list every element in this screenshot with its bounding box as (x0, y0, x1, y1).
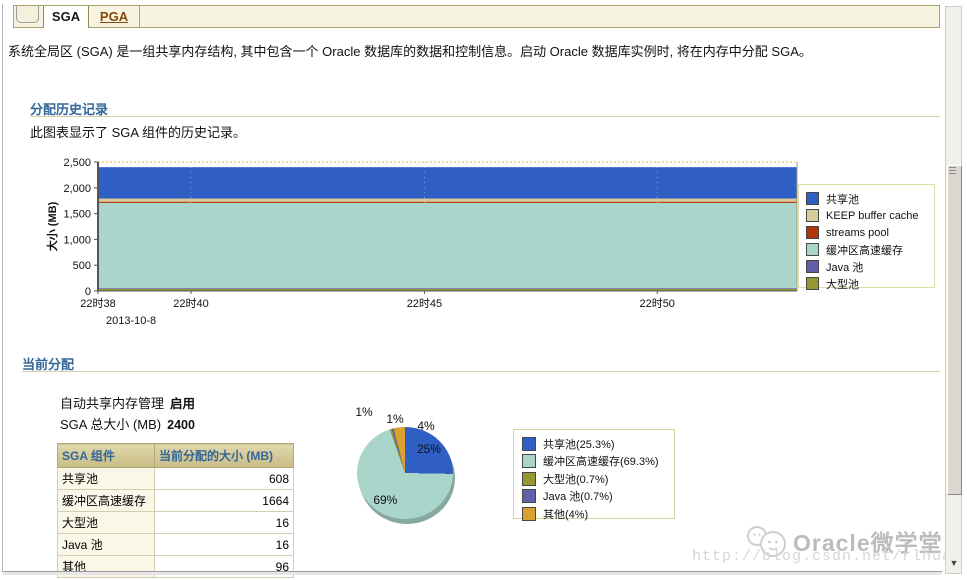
asm-value: 启用 (170, 397, 196, 411)
sga-total-label: SGA 总大小 (MB) (60, 417, 162, 432)
legend-swatch-icon (806, 277, 819, 290)
asm-setting: 自动共享内存管理 启用 (60, 393, 195, 412)
pie-disc (357, 427, 453, 519)
legend-label: 共享池 (826, 193, 859, 206)
legend-item: 大型池 (806, 275, 934, 292)
table-header-cell: SGA 组件 (57, 443, 155, 468)
sga-total-size: SGA 总大小 (MB) 2400 (60, 414, 195, 433)
legend-label: Java 池(0.7%) (543, 491, 613, 504)
legend-label: 共享池(25.3%) (543, 438, 615, 451)
scrollbar-thumb-grip (949, 167, 956, 176)
area-band (98, 288, 797, 289)
svg-text:1,000: 1,000 (63, 234, 91, 246)
section-divider (22, 371, 940, 372)
svg-text:22时50: 22时50 (639, 297, 674, 310)
tab-strip (13, 5, 940, 28)
legend-item: Java 池(0.7%) (522, 488, 674, 506)
sga-description-text: 系统全局区 (SGA) 是一组共享内存结构, 其中包含一个 Oracle 数据库… (8, 44, 812, 59)
pie-label: 1% (355, 405, 373, 419)
legend-swatch-icon (522, 436, 536, 451)
svg-text:2,000: 2,000 (63, 183, 91, 195)
legend-item: 共享池(25.3%) (522, 435, 674, 453)
legend-label: KEEP buffer cache (826, 209, 919, 222)
svg-text:大小 (MB): 大小 (MB) (45, 201, 59, 251)
area-band (98, 202, 797, 289)
legend-swatch-icon (806, 209, 819, 222)
pie-label: 69% (373, 493, 398, 508)
legend-label: 缓冲区高速缓存 (826, 244, 903, 257)
area-band (98, 198, 797, 202)
tab-strip-end-cap (16, 6, 39, 23)
legend-swatch-icon (806, 260, 819, 273)
section-divider (30, 116, 940, 117)
current-allocation-pie-chart: 25% 69% 1% 1% 4% (330, 398, 510, 553)
legend-swatch-icon (522, 506, 536, 521)
table-row: 大型池 16 (57, 511, 294, 534)
table-row: 缓冲区高速缓存 1664 (57, 489, 294, 512)
svg-text:1,500: 1,500 (63, 209, 91, 221)
legend-label: 大型池 (826, 278, 859, 291)
legend-item: 大型池(0.7%) (522, 470, 674, 488)
legend-swatch-icon (806, 243, 819, 256)
svg-text:2013-10-8: 2013-10-8 (106, 315, 156, 327)
sga-components-table: SGA 组件 当前分配的大小 (MB) 共享池 608 缓冲区高速缓存 1664 大型池 1… (57, 443, 294, 578)
pie-label: 4% (417, 419, 435, 433)
tab-pga-link[interactable]: PGA (100, 9, 128, 24)
component-name-cell: 大型池 (57, 511, 155, 534)
legend-label: 其他(4%) (543, 508, 589, 521)
legend-swatch-icon (522, 471, 536, 486)
component-name-cell: Java 池 (57, 533, 155, 556)
legend-swatch-icon (522, 454, 536, 469)
svg-text:22时45: 22时45 (407, 297, 442, 310)
tab-pga[interactable]: PGA (89, 6, 140, 27)
legend-swatch-icon (522, 489, 536, 504)
sga-history-stacked-area-chart: 0 500 1,000 1,500 2,000 2,500 22时38 22时40 22时45 2… (45, 157, 798, 327)
component-size-cell: 1664 (154, 489, 294, 512)
legend-item: streams pool (806, 224, 934, 241)
legend-item: 缓冲区高速缓存(69.3%) (522, 453, 674, 471)
svg-text:0: 0 (85, 286, 91, 298)
component-size-cell: 16 (154, 533, 294, 556)
history-section-subtitle: 此图表显示了 SGA 组件的历史记录。 (30, 125, 246, 140)
legend-swatch-icon (806, 226, 819, 239)
legend-item: 缓冲区高速缓存 (806, 241, 934, 258)
legend-swatch-icon (806, 192, 819, 205)
page-left-border (2, 4, 3, 572)
pie-label: 1% (386, 412, 404, 426)
table-header-row: SGA 组件 当前分配的大小 (MB) (57, 443, 294, 468)
table-header-cell: 当前分配的大小 (MB) (154, 443, 294, 468)
history-chart-legend: 共享池 KEEP buffer cache streams pool 缓冲区高速缓存 J… (798, 184, 935, 291)
table-row: 共享池 608 (57, 467, 294, 490)
pie-label: 25% (416, 442, 441, 457)
component-name-cell: 缓冲区高速缓存 (57, 489, 155, 512)
pie-chart-legend: 共享池(25.3%) 缓冲区高速缓存(69.3%) 大型池(0.7%) Java 池(… (513, 429, 675, 521)
svg-text:22时40: 22时40 (173, 297, 208, 310)
legend-label: 缓冲区高速缓存(69.3%) (543, 456, 659, 469)
scrollbar-thumb[interactable] (947, 165, 962, 495)
legend-label: streams pool (826, 226, 889, 239)
component-size-cell: 608 (154, 467, 294, 490)
legend-item: 共享池 (806, 190, 934, 207)
svg-text:500: 500 (73, 260, 91, 272)
watermark-url: http://blog.csdn.net/rlhua (692, 548, 953, 565)
component-name-cell: 共享池 (57, 467, 155, 490)
legend-item: Java 池 (806, 258, 934, 275)
legend-label: 大型池(0.7%) (543, 473, 609, 486)
svg-text:22时38: 22时38 (80, 297, 115, 310)
asm-label: 自动共享内存管理 (60, 396, 165, 411)
component-size-cell: 16 (154, 511, 294, 534)
scrollbar-down-button[interactable]: ▼ (948, 557, 960, 569)
table-row: Java 池 16 (57, 533, 294, 556)
legend-item: 其他(4%) (522, 505, 674, 523)
page-bottom-border (3, 571, 942, 575)
vertical-scrollbar[interactable]: ▼ (945, 6, 962, 574)
tab-sga[interactable]: SGA (43, 6, 89, 28)
area-band (98, 201, 797, 203)
legend-item: KEEP buffer cache (806, 207, 934, 224)
svg-text:2,500: 2,500 (63, 157, 91, 169)
sga-memory-page: SGA PGA 系统全局区 (SGA) 是一组共享内存结构, 其中包含一个 Or… (0, 0, 967, 580)
legend-label: Java 池 (826, 261, 864, 274)
area-band (98, 167, 797, 199)
sga-total-value: 2400 (167, 418, 195, 432)
